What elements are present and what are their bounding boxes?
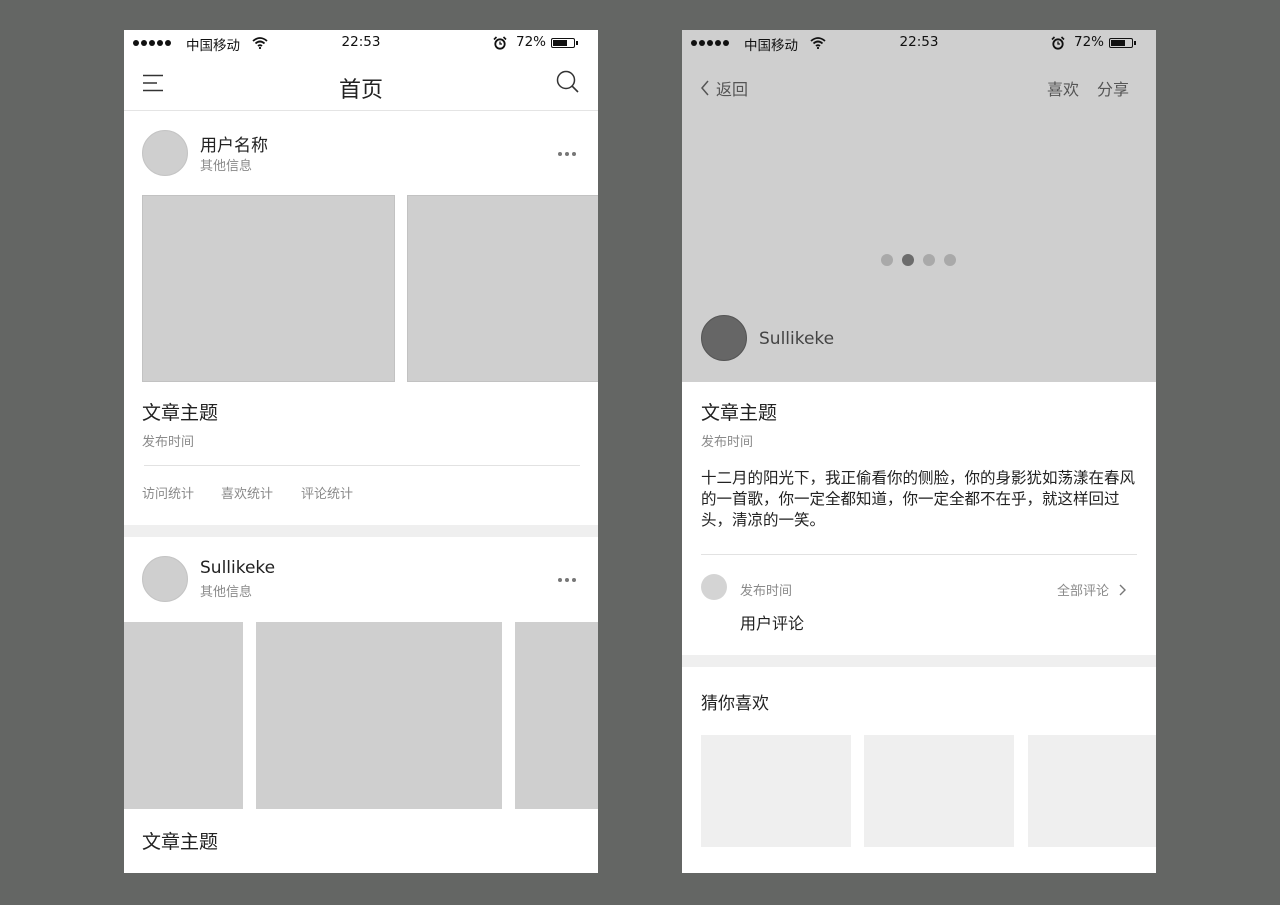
recommend-card[interactable] — [701, 735, 851, 847]
user-info: 其他信息 — [200, 585, 253, 600]
more-options-icon[interactable] — [558, 148, 576, 160]
post-image[interactable] — [515, 622, 598, 809]
home-screen: 中国移动 22:53 72% 首页 用户名称 其他信息 文章主题 发布时间 访问… — [124, 30, 598, 873]
all-comments-label: 全部评论 — [1057, 584, 1110, 599]
article-body: 十二月的阳光下，我正偷看你的侧脸，你的身影犹如荡漾在春风的一首歌，你一定全都知道… — [701, 469, 1136, 529]
status-bar: 中国移动 22:53 72% — [124, 30, 598, 58]
back-button[interactable]: 返回 — [700, 76, 748, 100]
recommend-card[interactable] — [864, 735, 1014, 847]
like-button[interactable]: 喜欢 — [1047, 76, 1079, 100]
page-title: 首页 — [338, 78, 383, 103]
like-stats[interactable]: 喜欢统计 — [221, 483, 273, 502]
alarm-icon — [493, 36, 507, 50]
commenter-avatar[interactable] — [701, 574, 727, 600]
section-separator — [682, 655, 1156, 667]
post-image[interactable] — [407, 195, 598, 382]
post-topic[interactable]: 文章主题 — [142, 827, 218, 854]
chevron-left-icon — [701, 80, 709, 96]
comment-stats[interactable]: 评论统计 — [301, 483, 353, 502]
comment-time: 发布时间 — [740, 584, 793, 599]
chevron-right-icon — [1119, 584, 1127, 595]
author-avatar[interactable] — [701, 315, 747, 361]
hero-carousel[interactable]: Sullikeke — [682, 30, 1156, 382]
article-title: 文章主题 — [701, 402, 778, 424]
user-comment: 用户评论 — [740, 614, 805, 633]
avatar[interactable] — [142, 130, 188, 176]
carousel-dot[interactable] — [881, 254, 893, 266]
post-image[interactable] — [256, 622, 502, 809]
back-label: 返回 — [716, 80, 749, 99]
carousel-dot[interactable] — [902, 254, 914, 266]
avatar[interactable] — [142, 556, 188, 602]
all-comments-link[interactable]: 全部评论 — [1057, 580, 1127, 599]
user-name[interactable]: 用户名称 — [200, 131, 268, 156]
divider — [701, 554, 1137, 555]
battery-percent: 72% — [516, 34, 547, 50]
post-topic[interactable]: 文章主题 — [142, 398, 218, 425]
alarm-icon — [1051, 36, 1065, 50]
publish-time: 发布时间 — [701, 435, 754, 450]
battery-icon — [551, 38, 578, 48]
more-options-icon[interactable] — [558, 574, 576, 586]
user-name[interactable]: Sullikeke — [200, 558, 275, 578]
battery-percent: 72% — [1074, 34, 1105, 50]
post-image[interactable] — [142, 195, 395, 382]
divider — [144, 465, 580, 466]
battery-icon — [1109, 38, 1136, 48]
carousel-indicator[interactable] — [881, 254, 956, 266]
visit-stats[interactable]: 访问统计 — [142, 483, 194, 502]
share-button[interactable]: 分享 — [1097, 76, 1129, 100]
user-info: 其他信息 — [200, 159, 253, 174]
carousel-dot[interactable] — [923, 254, 935, 266]
author-name[interactable]: Sullikeke — [759, 329, 834, 349]
article-detail-screen: Sullikeke 中国移动 22:53 72% 返回 喜欢 分享 文章主题 发… — [682, 30, 1156, 873]
carousel-dot[interactable] — [944, 254, 956, 266]
search-icon[interactable] — [556, 70, 580, 94]
recommend-title: 猜你喜欢 — [701, 694, 769, 714]
home-nav-bar: 首页 — [124, 58, 598, 111]
recommend-card[interactable] — [1028, 735, 1156, 847]
post-image[interactable] — [124, 622, 243, 809]
section-separator — [124, 525, 598, 537]
publish-time: 发布时间 — [142, 435, 195, 450]
status-bar: 中国移动 22:53 72% — [682, 30, 1156, 58]
